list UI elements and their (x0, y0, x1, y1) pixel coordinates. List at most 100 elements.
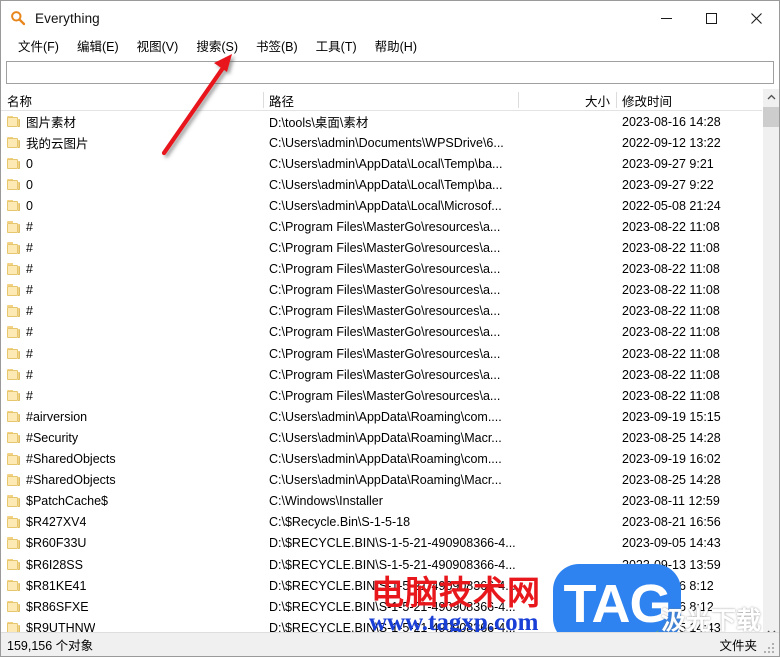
file-name-text: $R427XV4 (26, 515, 87, 530)
scrollbar-thumb[interactable] (763, 107, 779, 127)
folder-icon (7, 558, 20, 571)
table-row[interactable]: # C:\Program Files\MasterGo\resources\a..… (1, 322, 779, 343)
cell-name: $R6I28SS (1, 558, 263, 572)
file-name-text: 0 (26, 156, 33, 171)
table-row[interactable]: #SharedObjects C:\Users\admin\AppData\Roa… (1, 470, 779, 491)
cell-path: C:\Program Files\MasterGo\resources\a... (269, 283, 501, 298)
folder-icon (7, 284, 20, 296)
scroll-up-icon[interactable] (763, 89, 779, 106)
folder-icon (7, 178, 20, 191)
folder-icon (7, 157, 20, 170)
search-bar (1, 57, 779, 89)
table-row[interactable]: 0 C:\Users\admin\AppData\Local\Temp\ba...… (1, 153, 779, 174)
minimize-button[interactable] (644, 1, 689, 35)
table-row[interactable]: #Security C:\Users\admin\AppData\Roaming\… (1, 427, 779, 448)
folder-icon (7, 199, 20, 212)
cell-path: D:\$RECYCLE.BIN\S-1-5-21-490908366-4... (269, 536, 516, 551)
table-row[interactable]: #airversion C:\Users\admin\AppData\Roamin… (1, 406, 779, 427)
cell-name: 0 (1, 199, 263, 213)
cell-name: #Security (1, 431, 263, 445)
cell-name: # (1, 347, 263, 361)
table-row[interactable]: 0 C:\Users\admin\AppData\Local\Microsof..… (1, 195, 779, 216)
vertical-scrollbar[interactable] (762, 89, 779, 641)
cell-date: 2023-08-25 14:28 (622, 473, 721, 488)
cell-path: C:\Program Files\MasterGo\resources\a... (269, 346, 501, 361)
table-row[interactable]: $R81KE41 D:\$RECYCLE.BIN\S-1-5-21-4909083… (1, 575, 779, 596)
table-row[interactable]: # C:\Program Files\MasterGo\resources\a..… (1, 238, 779, 259)
column-header-date[interactable]: 修改时间 (616, 89, 763, 111)
table-row[interactable]: # C:\Program Files\MasterGo\resources\a..… (1, 343, 779, 364)
table-row[interactable]: # C:\Program Files\MasterGo\resources\a..… (1, 385, 779, 406)
cell-name: 图片素材 (1, 112, 263, 131)
maximize-button[interactable] (689, 1, 734, 35)
cell-date: 2023-09-06 8:12 (622, 578, 714, 593)
file-name-text: #SharedObjects (26, 452, 116, 467)
file-name-text: $PatchCache$ (26, 494, 109, 509)
table-row[interactable]: # C:\Program Files\MasterGo\resources\a..… (1, 364, 779, 385)
table-row[interactable]: # C:\Program Files\MasterGo\resources\a..… (1, 280, 779, 301)
folder-icon (7, 305, 20, 317)
cell-date: 2023-08-21 16:56 (622, 515, 721, 530)
menu-file[interactable]: 文件(F) (9, 34, 68, 58)
cell-path: D:\tools\桌面\素材 (269, 116, 369, 131)
file-name-text: # (26, 262, 33, 277)
folder-icon (7, 453, 20, 465)
cell-date: 2023-08-22 11:08 (622, 241, 720, 256)
table-row[interactable]: 图片素材 D:\tools\桌面\素材 2023-08-16 14:28 (1, 111, 779, 132)
table-row[interactable]: 0 C:\Users\admin\AppData\Local\Temp\ba...… (1, 174, 779, 195)
cell-path: D:\$RECYCLE.BIN\S-1-5-21-490908366-4... (269, 578, 516, 593)
table-row[interactable]: # C:\Program Files\MasterGo\resources\a..… (1, 259, 779, 280)
menu-view[interactable]: 视图(V) (128, 34, 188, 58)
file-name-text: 0 (26, 198, 33, 213)
file-name-text: 图片素材 (26, 116, 77, 131)
column-header-size[interactable]: 大小 (518, 89, 616, 111)
file-name-text: $R81KE41 (26, 578, 87, 593)
cell-name: # (1, 241, 263, 255)
file-name-text: $R60F33U (26, 536, 87, 551)
folder-icon (7, 410, 20, 423)
column-headers: 名称 路径 大小 修改时间 (1, 89, 779, 111)
resize-grip-icon[interactable] (764, 641, 776, 653)
table-row[interactable]: # C:\Program Files\MasterGo\resources\a..… (1, 216, 779, 237)
cell-path: C:\Program Files\MasterGo\resources\a... (269, 241, 501, 256)
column-header-path[interactable]: 路径 (263, 89, 518, 111)
column-header-name[interactable]: 名称 (1, 89, 263, 111)
title-bar: Everything (1, 1, 779, 35)
file-name-text: # (26, 367, 33, 382)
cell-date: 2023-08-22 11:08 (622, 283, 720, 298)
folder-icon (7, 368, 20, 381)
cell-date: 2023-09-27 9:21 (622, 156, 714, 171)
menu-search[interactable]: 搜索(S) (187, 34, 247, 58)
table-row[interactable]: $R6I28SS D:\$RECYCLE.BIN\S-1-5-21-4909083… (1, 554, 779, 575)
table-row[interactable]: $R427XV4 C:\$Recycle.Bin\S-1-5-18 2023-08-… (1, 512, 779, 533)
file-name-text: # (26, 346, 33, 361)
file-name-text: # (26, 283, 33, 298)
folder-icon (7, 263, 20, 275)
table-row[interactable]: $PatchCache$ C:\Windows\Installer 2023-08-… (1, 491, 779, 512)
search-input[interactable] (6, 61, 774, 84)
table-row[interactable]: $R60F33U D:\$RECYCLE.BIN\S-1-5-21-4909083… (1, 533, 779, 554)
table-row[interactable]: # C:\Program Files\MasterGo\resources\a..… (1, 301, 779, 322)
folder-icon (7, 600, 20, 613)
status-type-label: 文件夹 (719, 639, 757, 653)
cell-name: 0 (1, 178, 263, 192)
menu-tools[interactable]: 工具(T) (307, 34, 366, 58)
close-button[interactable] (734, 1, 779, 35)
table-row[interactable]: $R86SFXE D:\$RECYCLE.BIN\S-1-5-21-4909083… (1, 596, 779, 617)
cell-date: 2023-08-25 14:28 (622, 430, 721, 445)
folder-icon (7, 579, 20, 592)
cell-date: 2023-08-22 11:08 (622, 262, 720, 277)
cell-path: C:\Users\admin\AppData\Local\Microsof... (269, 198, 502, 213)
status-bar: 159,156 个对象 文件夹 (1, 632, 779, 656)
cell-date: 2022-05-08 21:24 (622, 198, 721, 213)
menu-edit[interactable]: 编辑(E) (68, 34, 128, 58)
results-list: 名称 路径 大小 修改时间 图片素材 D:\tools\桌面\素材 2023-08-… (1, 89, 779, 641)
cell-path: C:\Program Files\MasterGo\resources\a... (269, 262, 501, 277)
cell-path: D:\$RECYCLE.BIN\S-1-5-21-490908366-4... (269, 599, 516, 614)
menu-help[interactable]: 帮助(H) (366, 34, 426, 58)
table-row[interactable]: #SharedObjects C:\Users\admin\AppData\Roa… (1, 449, 779, 470)
table-row[interactable]: 我的云图片 C:\Users\admin\Documents\WPSDrive\6… (1, 132, 779, 153)
cell-path: C:\Users\admin\Documents\WPSDrive\6... (269, 135, 504, 150)
menu-bookmarks[interactable]: 书签(B) (247, 34, 307, 58)
cell-path: C:\Users\admin\AppData\Roaming\Macr... (269, 473, 502, 488)
